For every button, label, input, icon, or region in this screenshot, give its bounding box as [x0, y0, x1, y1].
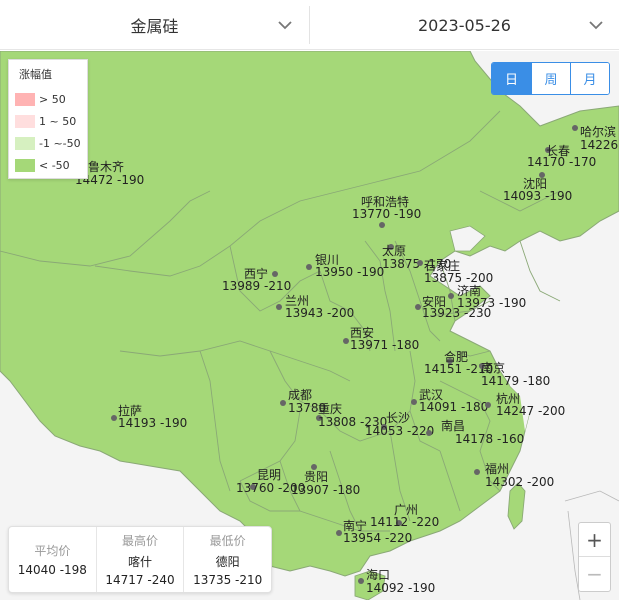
city-value: 14178 -160	[455, 432, 525, 446]
city-marker[interactable]	[336, 530, 342, 536]
city-marker[interactable]	[426, 430, 432, 436]
legend-swatch	[15, 114, 35, 128]
city-value: 13907 -180	[291, 483, 361, 497]
stat-average-value: 14040 -198	[17, 563, 87, 577]
taiwan-island	[507, 482, 526, 530]
period-button[interactable]: 周	[531, 63, 570, 94]
city-value: 14053 -220	[365, 424, 435, 438]
city-value: 13770 -190	[352, 207, 422, 221]
legend-label: < -50	[39, 158, 70, 172]
city-value: 14193 -190	[118, 416, 188, 430]
stat-average: 平均价 14040 -198	[9, 527, 96, 592]
legend-item[interactable]: -1 ~-50	[15, 132, 81, 154]
period-toggle: 日周月	[491, 62, 610, 95]
stat-lowest-city: 德阳	[215, 555, 240, 569]
city-value: 14093 -190	[503, 189, 573, 203]
commodity-selector[interactable]: 金属硅	[0, 0, 309, 50]
map-shapes	[0, 51, 619, 600]
city-marker[interactable]	[343, 338, 349, 344]
city-value: 14170 -170	[527, 155, 597, 169]
city-marker[interactable]	[474, 469, 480, 475]
legend-item[interactable]: < -50	[15, 154, 81, 176]
legend-swatch	[15, 136, 35, 150]
city-value: 14091 -180	[419, 400, 489, 414]
legend-label: -1 ~-50	[39, 136, 81, 150]
stat-lowest-label: 最低价	[209, 534, 246, 548]
legend-label: > 50	[39, 92, 66, 106]
city-value: 14112 -220	[370, 515, 440, 529]
date-label: 2023-05-26	[418, 15, 511, 35]
period-button[interactable]: 月	[570, 63, 609, 94]
china-map[interactable]: 哈尔滨 14226 长春 14170 -170 沈阳 14093 -190 乌鲁木齐 1447…	[0, 51, 619, 600]
city-marker[interactable]	[358, 578, 364, 584]
period-button[interactable]: 日	[492, 63, 531, 94]
legend-item[interactable]: > 50	[15, 88, 81, 110]
city-marker[interactable]	[306, 264, 312, 270]
zoom-control: + −	[578, 522, 611, 592]
stat-highest-label: 最高价	[122, 534, 159, 548]
stat-highest-city: 喀什	[128, 555, 153, 569]
city-marker[interactable]	[379, 222, 385, 228]
city-marker[interactable]	[417, 260, 423, 266]
legend-title: 涨幅值	[19, 68, 52, 81]
top-bar: 金属硅 2023-05-26	[0, 0, 619, 50]
city-value: 13971 -180	[350, 338, 420, 352]
stats-panel: 平均价 14040 -198 最高价 喀什 14717 -240 最低价 德阳 …	[8, 526, 272, 593]
city-marker[interactable]	[280, 400, 286, 406]
city-value: 14302 -200	[485, 475, 555, 489]
date-selector[interactable]: 2023-05-26	[310, 0, 619, 50]
zoom-out-button[interactable]: −	[579, 557, 610, 591]
stat-lowest: 最低价 德阳 13735 -210	[183, 527, 271, 592]
city-value: 14247 -200	[496, 404, 566, 418]
stat-lowest-value: 13735 -210	[193, 573, 263, 587]
city-value: 13923 -230	[422, 306, 492, 320]
chevron-down-icon	[278, 21, 292, 30]
legend-swatch	[15, 92, 35, 106]
legend-item[interactable]: 1 ~ 50	[15, 110, 81, 132]
city-marker[interactable]	[411, 399, 417, 405]
legend: 涨幅值 > 50 1 ~ 50 -1 ~-50 < -50	[8, 59, 88, 179]
city-value: 13954 -220	[343, 531, 413, 545]
city-marker[interactable]	[276, 304, 282, 310]
city-value: 13943 -200	[285, 306, 355, 320]
city-marker[interactable]	[448, 293, 454, 299]
stat-average-label: 平均价	[34, 544, 71, 558]
city-marker[interactable]	[485, 402, 491, 408]
stat-highest-value: 14717 -240	[105, 573, 175, 587]
legend-rows: > 50 1 ~ 50 -1 ~-50 < -50	[15, 88, 81, 176]
commodity-label: 金属硅	[130, 17, 179, 36]
city-marker[interactable]	[572, 125, 578, 131]
city-value: 14226	[580, 138, 619, 152]
city-value: 14179 -180	[481, 374, 551, 388]
city-marker[interactable]	[272, 271, 278, 277]
zoom-in-button[interactable]: +	[579, 523, 610, 557]
city-value: 13989 -210	[222, 279, 292, 293]
city-value: 14092 -190	[366, 581, 436, 595]
city-marker[interactable]	[111, 415, 117, 421]
stat-highest: 最高价 喀什 14717 -240	[95, 527, 184, 592]
legend-swatch	[15, 158, 35, 172]
legend-label: 1 ~ 50	[39, 114, 77, 128]
chevron-down-icon	[589, 21, 603, 30]
city-marker[interactable]	[415, 304, 421, 310]
city-value: 13950 -190	[315, 265, 385, 279]
